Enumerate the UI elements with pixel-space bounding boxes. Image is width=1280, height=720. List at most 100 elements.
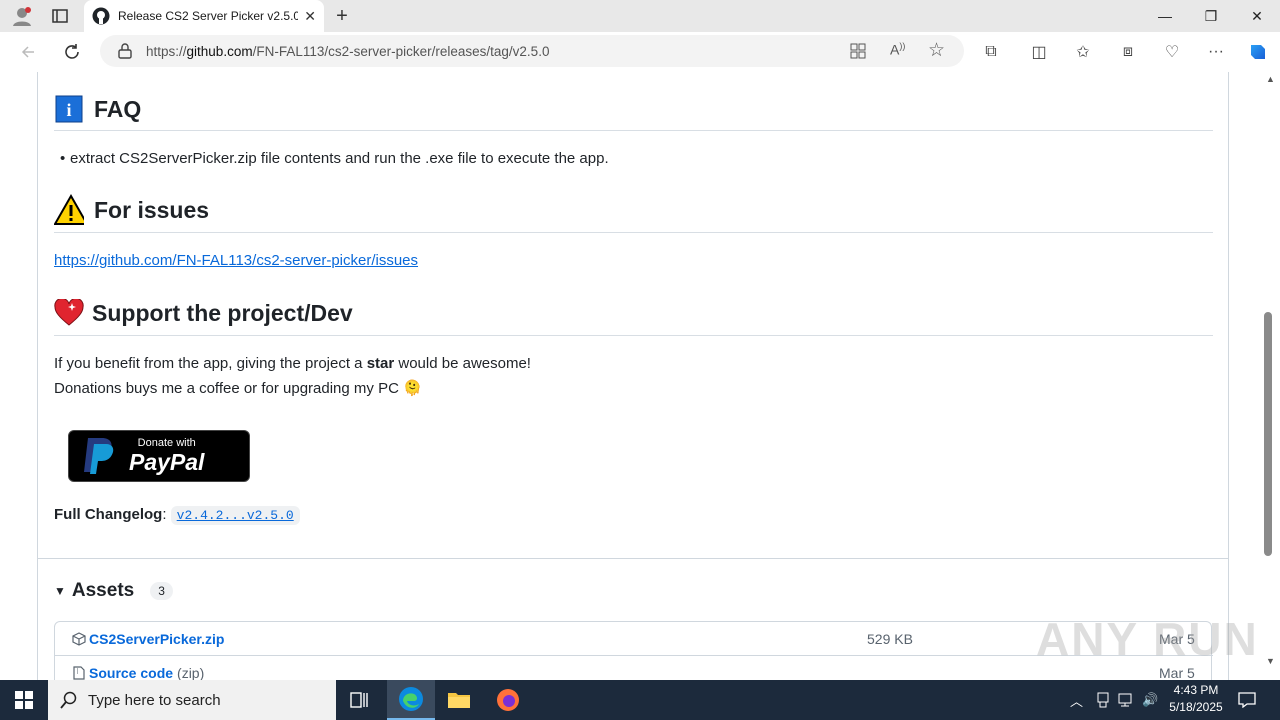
folder-icon <box>448 693 470 708</box>
scroll-up-icon[interactable]: ▲ <box>1266 74 1275 84</box>
back-button[interactable] <box>16 40 40 64</box>
information-icon: i <box>54 94 84 124</box>
browser-essentials-button[interactable]: ♡ <box>1160 40 1184 64</box>
more-icon: ··· <box>1208 43 1224 60</box>
changelog-line: Full Changelog: v2.4.2...v2.5.0 <box>54 506 300 525</box>
changelog-compare-link[interactable]: v2.4.2...v2.5.0 <box>170 506 300 525</box>
heading-rule <box>54 130 1213 131</box>
windows-icon <box>15 691 33 709</box>
faq-heading-text: FAQ <box>94 95 142 122</box>
minimize-button[interactable]: — <box>1142 0 1188 32</box>
page-viewport: i FAQ • extract CS2ServerPicker.zip file… <box>0 72 1280 680</box>
support-line-1: If you benefit from the app, giving the … <box>54 355 531 372</box>
clock-time: 4:43 PM <box>1173 683 1219 697</box>
svg-text:i: i <box>66 100 71 120</box>
tray-volume-icon[interactable]: 🔊 <box>1142 680 1158 720</box>
faq-heading: i FAQ <box>54 94 141 124</box>
copilot-icon <box>1251 45 1265 59</box>
issues-link[interactable]: https://github.com/FN-FAL113/cs2-server-… <box>54 252 418 269</box>
warning-icon <box>54 194 84 225</box>
start-button[interactable] <box>0 680 48 720</box>
tab-actions-button[interactable] <box>44 0 76 32</box>
clock-date: 5/18/2025 <box>1169 700 1223 714</box>
speaker-icon: 🔊 <box>1142 692 1159 707</box>
faq-list-item: • extract CS2ServerPicker.zip file conte… <box>60 150 609 167</box>
asset-size: 529 KB <box>867 630 913 647</box>
taskbar-firefox[interactable] <box>484 680 532 720</box>
tray-device-icon[interactable] <box>1096 680 1110 720</box>
watermark: ANY RUN <box>1036 613 1259 665</box>
taskbar-edge[interactable] <box>387 680 435 720</box>
support-text: would be awesome! <box>394 355 531 372</box>
paypal-donate-button[interactable]: Donate with PayPal <box>68 430 250 482</box>
support-heading-text: Support the project/Dev <box>92 299 353 326</box>
extensions-button[interactable]: ⧉ <box>979 40 1003 64</box>
asset-suffix: (zip) <box>177 665 205 680</box>
tab-active[interactable]: Release CS2 Server Picker v2.5.0 · ✕ <box>84 0 324 32</box>
sparkling-heart-icon <box>54 298 84 328</box>
assets-summary[interactable]: ▼ Assets 3 <box>54 580 173 602</box>
profile-icon <box>13 7 31 26</box>
url-prefix: https:// <box>146 43 187 59</box>
faq-item-text: extract CS2ServerPicker.zip file content… <box>70 150 609 167</box>
new-tab-button[interactable]: + <box>330 4 354 28</box>
notification-button[interactable] <box>1238 680 1256 720</box>
heading-rule <box>54 232 1213 233</box>
settings-menu-button[interactable]: ··· <box>1204 40 1228 64</box>
app-available-icon[interactable] <box>850 43 866 62</box>
asset-name-link[interactable]: CS2ServerPicker.zip <box>89 631 224 647</box>
split-screen-button[interactable]: ◫ <box>1027 40 1051 64</box>
copilot-button[interactable] <box>1246 40 1270 64</box>
asset-name-link[interactable]: Source code <box>89 665 173 680</box>
tab-title: Release CS2 Server Picker v2.5.0 · <box>118 9 299 23</box>
restore-button[interactable]: ❐ <box>1188 0 1234 32</box>
chevron-up-icon: ︿ <box>1070 693 1084 709</box>
scroll-thumb[interactable] <box>1264 312 1272 556</box>
tray-chevron[interactable]: ︿ <box>1070 680 1083 720</box>
collections-button[interactable]: ⧈ <box>1116 40 1140 64</box>
firefox-icon <box>497 689 519 711</box>
favorite-star-icon[interactable]: ☆ <box>928 39 945 62</box>
search-icon <box>60 691 77 709</box>
section-divider <box>38 558 1228 559</box>
changelog-colon: : <box>162 506 167 523</box>
issues-heading-text: For issues <box>94 196 210 223</box>
heading-rule <box>54 335 1213 336</box>
refresh-button[interactable] <box>60 40 84 64</box>
edge-icon <box>399 687 423 711</box>
puzzle-icon: ⧉ <box>985 43 997 60</box>
star-word: star <box>366 355 395 372</box>
address-bar[interactable]: https://github.com/FN-FAL113/cs2-server-… <box>100 35 964 67</box>
paypal-small-text: Donate with <box>137 436 196 449</box>
bullet: • <box>60 150 66 167</box>
task-view-button[interactable] <box>336 680 384 720</box>
task-view-icon <box>350 692 368 708</box>
taskbar-search[interactable]: Type here to search <box>48 680 336 720</box>
url-host: github.com <box>186 43 253 59</box>
scroll-down-icon[interactable]: ▼ <box>1266 656 1275 666</box>
taskbar-clock[interactable]: 4:43 PM 5/18/2025 <box>1160 682 1232 716</box>
paypal-logo-icon <box>77 434 121 478</box>
tab-close-icon[interactable]: ✕ <box>304 8 316 25</box>
package-icon <box>71 631 87 647</box>
read-aloud-icon[interactable]: A)) <box>890 41 905 58</box>
issues-heading: For issues <box>54 194 210 225</box>
taskbar-file-explorer[interactable] <box>435 680 483 720</box>
caret-down-icon: ▼ <box>54 584 66 598</box>
notification-icon <box>1238 692 1256 708</box>
support-text: If you benefit from the app, giving the … <box>54 355 367 372</box>
usb-device-icon <box>1097 692 1109 708</box>
lock-icon[interactable] <box>118 43 132 62</box>
url-path: /FN-FAL113/cs2-server-picker/releases/ta… <box>252 43 550 59</box>
back-arrow-icon <box>21 46 34 58</box>
changelog-label: Full Changelog <box>54 506 163 523</box>
github-icon <box>92 7 110 25</box>
issues-paragraph: https://github.com/FN-FAL113/cs2-server-… <box>54 252 418 269</box>
support-heading: Support the project/Dev <box>54 298 353 328</box>
favorites-button[interactable]: ✩ <box>1071 40 1095 64</box>
refresh-icon <box>65 44 79 59</box>
file-zip-icon <box>71 665 87 680</box>
tray-network-icon[interactable] <box>1118 680 1136 720</box>
close-window-button[interactable]: ✕ <box>1234 0 1280 32</box>
profile-button[interactable] <box>6 0 38 32</box>
